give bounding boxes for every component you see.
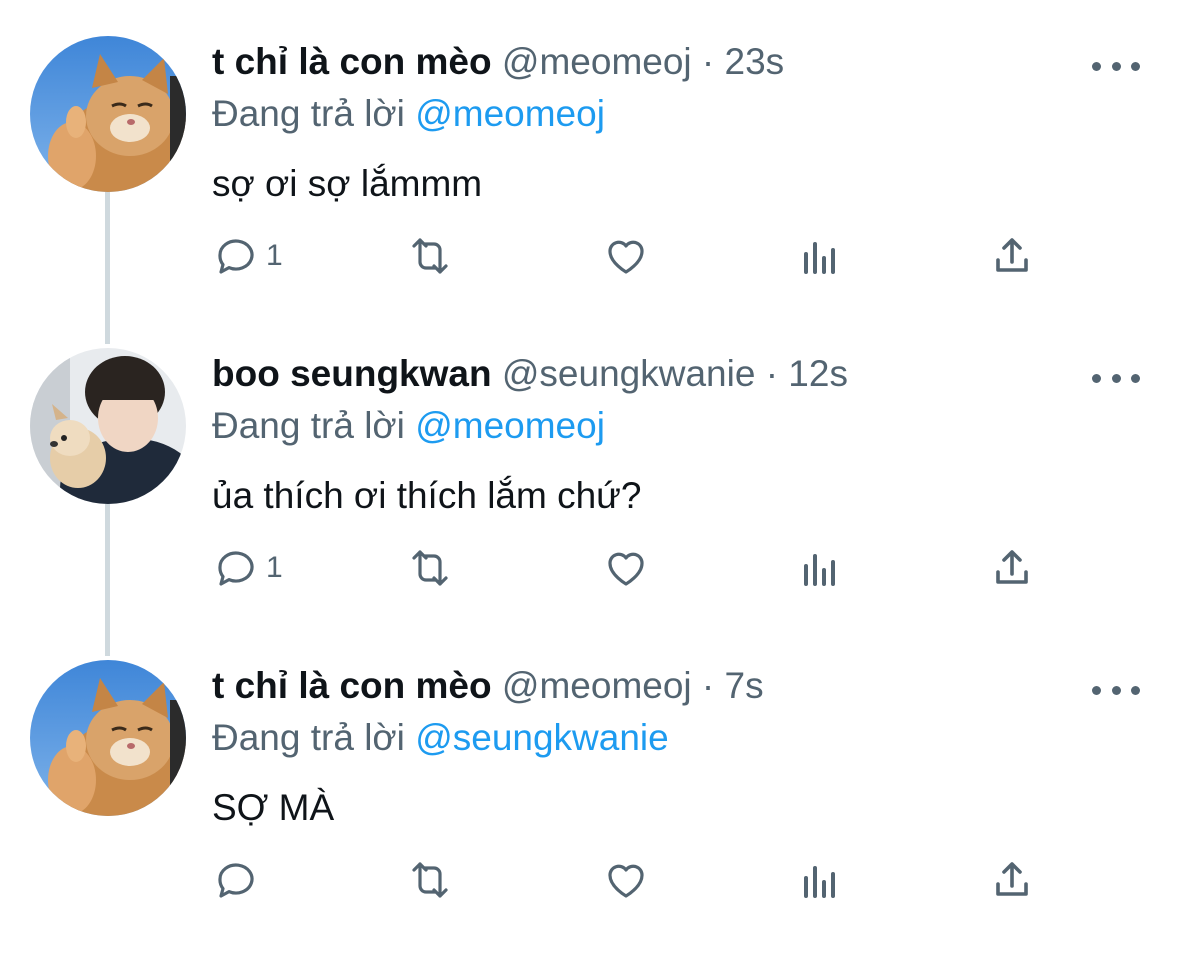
like-button[interactable] xyxy=(602,226,650,286)
share-button[interactable] xyxy=(988,538,1036,598)
analytics-button[interactable] xyxy=(796,226,844,286)
analytics-button[interactable] xyxy=(796,850,844,910)
replying-prefix: Đang trả lời xyxy=(212,93,405,134)
more-icon[interactable] xyxy=(1092,680,1140,700)
tweet-actions xyxy=(0,850,1179,910)
share-icon xyxy=(996,550,1028,584)
reply-count: 1 xyxy=(266,551,283,584)
avatar[interactable] xyxy=(30,348,186,504)
display-name[interactable]: boo seungkwan xyxy=(212,353,492,394)
replying-to: Đang trả lời @meomeoj xyxy=(212,404,605,448)
separator-dot: · xyxy=(701,665,715,706)
mention-link[interactable]: @seungkwanie xyxy=(415,717,669,758)
timestamp[interactable]: 7s xyxy=(725,665,764,706)
retweet-icon xyxy=(412,550,448,586)
display-name[interactable]: t chỉ là con mèo xyxy=(212,665,492,706)
mention-link[interactable]: @meomeoj xyxy=(415,405,605,446)
more-icon[interactable] xyxy=(1092,368,1140,388)
like-icon xyxy=(608,552,644,586)
tweet[interactable]: boo seungkwan @seungkwanie · 12s Đang tr… xyxy=(0,348,1179,660)
timestamp[interactable]: 12s xyxy=(788,353,848,394)
tweet-header: t chỉ là con mèo @meomeoj · 23s xyxy=(212,40,784,84)
tweet-text: ủa thích ơi thích lắm chứ? xyxy=(212,475,642,516)
retweet-icon xyxy=(412,862,448,898)
tweet-actions: 1 xyxy=(0,538,1179,598)
timestamp[interactable]: 23s xyxy=(725,41,785,82)
analytics-button[interactable] xyxy=(796,538,844,598)
separator-dot: · xyxy=(765,353,779,394)
user-handle[interactable]: @seungkwanie xyxy=(502,353,756,394)
reply-icon xyxy=(218,551,254,586)
tweet-header: boo seungkwan @seungkwanie · 12s xyxy=(212,352,848,396)
tweet-text: sợ ơi sợ lắmmm xyxy=(212,163,483,204)
reply-icon xyxy=(218,239,254,274)
like-button[interactable] xyxy=(602,538,650,598)
user-handle[interactable]: @meomeoj xyxy=(502,665,692,706)
separator-dot: · xyxy=(701,41,715,82)
replying-to: Đang trả lời @meomeoj xyxy=(212,92,605,136)
display-name[interactable]: t chỉ là con mèo xyxy=(212,41,492,82)
tweet-actions: 1 xyxy=(0,226,1179,286)
like-icon xyxy=(608,240,644,274)
tweet[interactable]: t chỉ là con mèo @meomeoj · 23s Đang trả… xyxy=(0,36,1179,348)
retweet-button[interactable] xyxy=(406,850,454,910)
tweet[interactable]: t chỉ là con mèo @meomeoj · 7s Đang trả … xyxy=(0,660,1179,972)
analytics-icon xyxy=(804,866,835,898)
avatar[interactable] xyxy=(30,36,186,192)
reply-button[interactable]: 1 xyxy=(212,226,283,286)
replying-to: Đang trả lời @seungkwanie xyxy=(212,716,669,760)
reply-button[interactable]: 1 xyxy=(212,538,283,598)
person-with-dog-avatar-image xyxy=(30,348,186,504)
reply-icon xyxy=(218,863,254,898)
replying-prefix: Đang trả lời xyxy=(212,717,405,758)
retweet-button[interactable] xyxy=(406,226,454,286)
share-icon xyxy=(996,862,1028,896)
analytics-icon xyxy=(804,242,835,274)
user-handle[interactable]: @meomeoj xyxy=(502,41,692,82)
share-icon xyxy=(996,238,1028,272)
like-button[interactable] xyxy=(602,850,650,910)
mention-link[interactable]: @meomeoj xyxy=(415,93,605,134)
retweet-button[interactable] xyxy=(406,538,454,598)
share-button[interactable] xyxy=(988,850,1036,910)
reply-button[interactable] xyxy=(212,850,266,910)
reply-count: 1 xyxy=(266,239,283,272)
avatar[interactable] xyxy=(30,660,186,816)
like-icon xyxy=(608,864,644,898)
replying-prefix: Đang trả lời xyxy=(212,405,405,446)
retweet-icon xyxy=(412,238,448,274)
share-button[interactable] xyxy=(988,226,1036,286)
cat-avatar-image xyxy=(30,36,186,192)
tweet-header: t chỉ là con mèo @meomeoj · 7s xyxy=(212,664,764,708)
more-icon[interactable] xyxy=(1092,56,1140,76)
tweet-text: SỢ MÀ xyxy=(212,787,335,828)
analytics-icon xyxy=(804,554,835,586)
cat-avatar-image xyxy=(30,660,186,816)
